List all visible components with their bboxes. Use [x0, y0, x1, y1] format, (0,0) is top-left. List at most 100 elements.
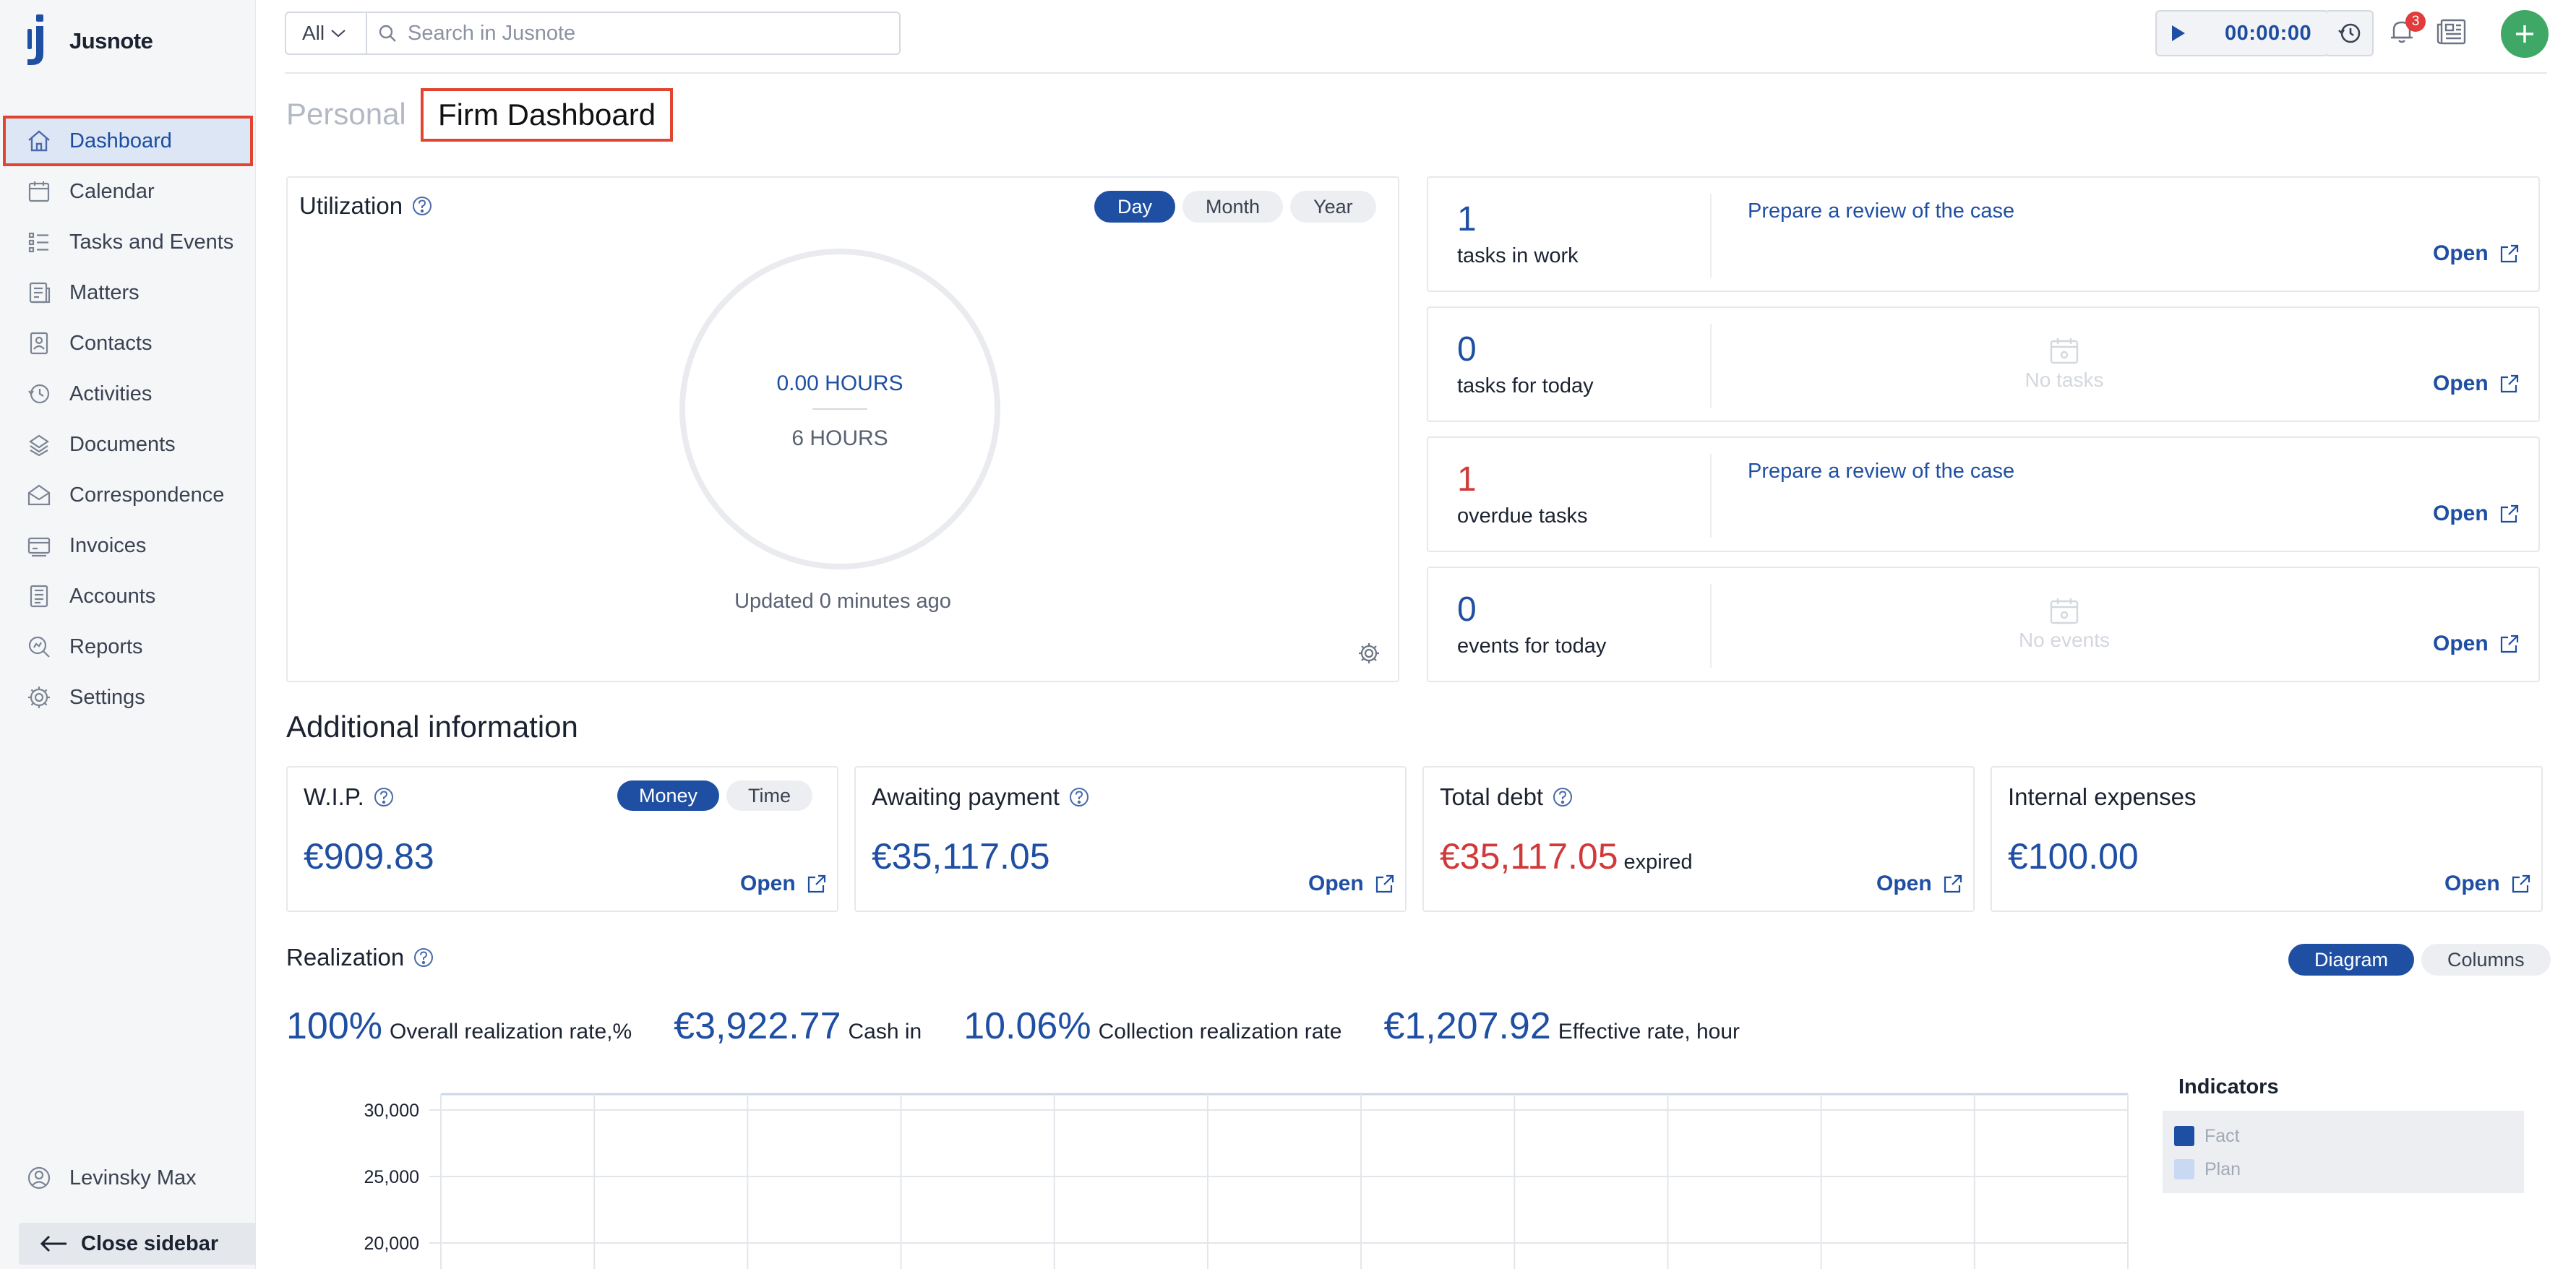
add-button[interactable]: [2501, 10, 2549, 58]
sidebar-item-documents[interactable]: Documents: [0, 419, 256, 470]
sidebar-item-correspondence[interactable]: Correspondence: [0, 470, 256, 520]
notifications-button[interactable]: 3: [2387, 12, 2426, 52]
timer-play-button[interactable]: [2157, 12, 2200, 55]
metric-label: Cash in: [848, 1020, 922, 1044]
search-bar: All: [285, 12, 901, 55]
open-link[interactable]: Open: [2433, 502, 2520, 526]
wip-time-button[interactable]: Time: [726, 780, 813, 811]
utilization-updated: Updated 0 minutes ago: [734, 590, 951, 613]
realization-metrics: 100% Overall realization rate,% €3,922.7…: [286, 1005, 1782, 1048]
wip-card: W.I.P. Money Time €909.83 Open: [286, 766, 838, 912]
timer-value: 00:00:00: [2225, 21, 2312, 45]
period-day-button[interactable]: Day: [1094, 191, 1176, 223]
external-link-icon: [807, 874, 825, 893]
notifications-badge: 3: [2405, 12, 2426, 32]
sidebar-user[interactable]: Levinsky Max: [26, 1165, 197, 1191]
gear-icon[interactable]: [1356, 640, 1382, 666]
open-link[interactable]: Open: [1308, 872, 1396, 896]
home-icon: [28, 130, 50, 152]
awaiting-title: Awaiting payment: [872, 783, 1090, 811]
sidebar-item-calendar[interactable]: Calendar: [0, 166, 256, 217]
tasks-icon: [28, 232, 48, 253]
sidebar-item-reports[interactable]: Reports: [0, 621, 256, 672]
calendar-icon: [28, 181, 50, 202]
sidebar-item-dashboard[interactable]: Dashboard: [3, 116, 253, 166]
legend-item-fact[interactable]: Fact: [2174, 1119, 2512, 1153]
sidebar-item-activities[interactable]: Activities: [0, 369, 256, 419]
open-label: Open: [2444, 872, 2500, 895]
newspaper-icon: [2437, 19, 2466, 45]
open-link[interactable]: Open: [2433, 371, 2520, 396]
external-link-icon: [2500, 374, 2518, 393]
sidebar-item-tasks[interactable]: Tasks and Events: [0, 217, 256, 267]
timer-history-button[interactable]: [2327, 10, 2374, 56]
chevron-down-icon: [331, 30, 345, 38]
legend-box: Fact Plan: [2163, 1111, 2524, 1193]
empty-text: No events: [2018, 629, 2111, 651]
invoices-icon: [27, 537, 51, 557]
utilization-title-text: Utilization: [299, 192, 403, 219]
sidebar-item-label: Dashboard: [69, 129, 172, 152]
empty-text: No tasks: [2025, 369, 2104, 391]
help-icon[interactable]: [413, 947, 434, 968]
debt-suffix: expired: [1623, 851, 1693, 874]
sidebar-item-settings[interactable]: Settings: [0, 672, 256, 723]
search-input[interactable]: [408, 21, 899, 46]
sidebar-item-contacts[interactable]: Contacts: [0, 318, 256, 369]
task-label: tasks in work: [1457, 244, 1579, 267]
tab-firm-dashboard-label: Firm Dashboard: [438, 98, 656, 132]
open-label: Open: [2433, 632, 2489, 655]
sidebar-item-matters[interactable]: Matters: [0, 267, 256, 318]
help-icon[interactable]: [411, 195, 433, 217]
help-icon[interactable]: [1068, 786, 1090, 808]
open-link[interactable]: Open: [1876, 872, 1964, 896]
sidebar-item-label: Accounts: [69, 584, 156, 608]
legend-label: Plan: [2204, 1158, 2241, 1179]
tab-personal[interactable]: Personal: [286, 97, 406, 132]
external-link-icon: [2500, 504, 2518, 523]
reports-icon: [28, 636, 50, 658]
close-sidebar-button[interactable]: Close sidebar: [19, 1223, 256, 1265]
utilization-target: 6 HOURS: [791, 426, 888, 450]
metric-label: Effective rate, hour: [1558, 1020, 1740, 1044]
help-icon[interactable]: [1552, 786, 1573, 808]
view-diagram-button[interactable]: Diagram: [2288, 944, 2415, 976]
metric-value: €1,207.92: [1383, 1005, 1551, 1047]
open-link[interactable]: Open: [2444, 872, 2532, 896]
sidebar-item-label: Documents: [69, 432, 176, 456]
open-link[interactable]: Open: [2433, 632, 2520, 656]
empty-calendar-icon: [2050, 338, 2079, 364]
brand-name: Jusnote: [69, 28, 153, 53]
open-link[interactable]: Open: [2433, 241, 2520, 266]
period-month-button[interactable]: Month: [1182, 191, 1284, 223]
utilization-gauge: 0.00 HOURS 6 HOURS: [679, 249, 1000, 569]
arrow-left-icon: [40, 1235, 66, 1252]
contacts-icon: [30, 332, 48, 355]
legend-item-plan[interactable]: Plan: [2174, 1153, 2512, 1186]
brand[interactable]: Jusnote: [25, 14, 153, 68]
period-year-button[interactable]: Year: [1290, 191, 1376, 223]
expenses-title-text: Internal expenses: [2008, 783, 2197, 810]
realization-chart: 30,000 25,000 20,000: [364, 1093, 2129, 1269]
expenses-value: €100.00: [2008, 836, 2139, 877]
help-icon[interactable]: [373, 786, 395, 808]
tab-firm-dashboard[interactable]: Firm Dashboard: [421, 88, 674, 142]
open-link[interactable]: Open: [740, 872, 828, 896]
task-link[interactable]: Prepare a review of the case: [1748, 460, 2014, 483]
documents-icon: [29, 434, 49, 457]
y-tick-label: 30,000: [364, 1101, 419, 1121]
news-button[interactable]: [2436, 17, 2469, 51]
task-link[interactable]: Prepare a review of the case: [1748, 199, 2014, 223]
awaiting-payment-card: Awaiting payment €35,117.05 Open: [854, 766, 1407, 912]
sidebar-item-invoices[interactable]: Invoices: [0, 520, 256, 571]
user-icon: [27, 1166, 51, 1190]
metric-value: 100%: [286, 1005, 382, 1047]
debt-title-text: Total debt: [1440, 783, 1544, 810]
search-scope-select[interactable]: All: [286, 13, 367, 53]
sidebar-item-accounts[interactable]: Accounts: [0, 571, 256, 621]
matters-icon: [29, 282, 51, 304]
view-columns-button[interactable]: Columns: [2421, 944, 2551, 976]
wip-money-button[interactable]: Money: [617, 780, 720, 811]
task-card-today: 0 tasks for today No tasks Open: [1427, 306, 2540, 422]
metric-overall-rate: 100% Overall realization rate,%: [286, 1005, 632, 1048]
